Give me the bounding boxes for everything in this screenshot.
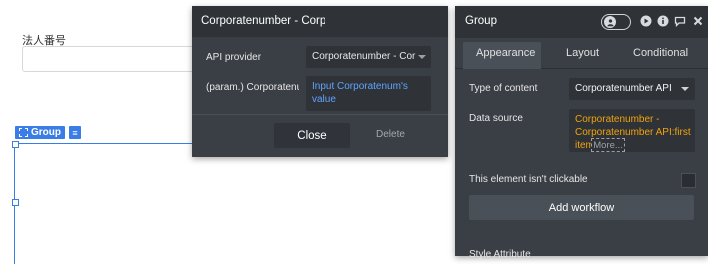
popup-title: Corporatenumber - Corporatenumber API: [201, 15, 325, 27]
comment-icon[interactable]: [674, 15, 686, 27]
type-of-content-label: Type of content: [469, 83, 538, 94]
group-element-outline[interactable]: [14, 143, 205, 264]
group-tag[interactable]: Group: [15, 126, 65, 139]
divider: [192, 114, 448, 115]
close-icon[interactable]: [692, 15, 704, 27]
tab-appearance[interactable]: Appearance: [476, 47, 535, 59]
tab-layout[interactable]: Layout: [566, 47, 599, 59]
api-provider-select[interactable]: Corporatenumber - Corporatenumber API: [306, 46, 431, 68]
caret-down-icon: [681, 87, 689, 91]
tab-conditional[interactable]: Conditional: [633, 47, 688, 59]
data-source-label: Data source: [469, 113, 523, 124]
group-tag-label: Group: [31, 127, 61, 138]
more-button[interactable]: More...: [591, 138, 625, 152]
param-label: (param.) Corporatenumber: [206, 82, 299, 93]
stack-icon[interactable]: ≡: [69, 126, 81, 139]
param-input[interactable]: Input Corporatenum's value: [306, 76, 431, 111]
close-button[interactable]: Close: [274, 123, 350, 148]
add-workflow-button[interactable]: Add workflow: [469, 195, 694, 220]
play-icon[interactable]: [640, 15, 652, 27]
delete-button[interactable]: Delete: [376, 129, 405, 140]
property-editor-header: Group: [455, 6, 708, 38]
type-of-content-value: Corporatenumber API: [575, 83, 672, 94]
type-of-content-select[interactable]: Corporatenumber API: [569, 78, 695, 100]
info-icon[interactable]: [657, 15, 669, 27]
dashed-box-icon: [19, 128, 28, 137]
not-clickable-checkbox[interactable]: [681, 173, 696, 188]
clickable-label: This element isn't clickable: [469, 174, 588, 185]
visibility-toggle[interactable]: [601, 14, 631, 30]
data-source-popup: Corporatenumber - Corporatenumber API AP…: [192, 6, 448, 157]
api-provider-label: API provider: [206, 52, 262, 63]
param-placeholder: Input Corporatenum's value: [312, 81, 408, 105]
property-editor-title: Group: [465, 15, 497, 27]
style-attribute-label: Style Attribute: [469, 249, 531, 260]
data-source-expression[interactable]: Corporatenumber - Corporatenumber API:fi…: [569, 109, 695, 152]
user-icon: [604, 16, 616, 28]
popup-header: Corporatenumber - Corporatenumber API: [192, 6, 448, 37]
resize-handle[interactable]: [12, 141, 19, 148]
api-provider-value: Corporatenumber - Corporatenumber API: [312, 51, 416, 62]
resize-handle[interactable]: [12, 199, 19, 206]
caret-down-icon: [418, 55, 426, 59]
property-editor: Group Appearance Layout Conditional Type…: [455, 6, 708, 260]
